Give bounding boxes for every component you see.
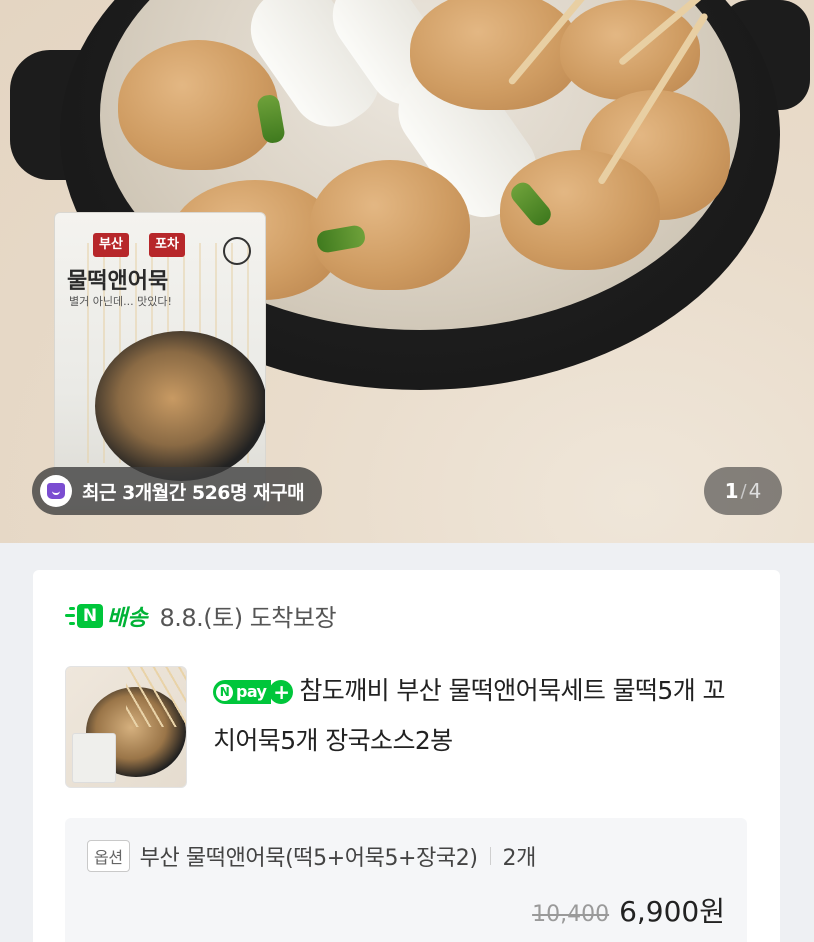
npay-n-icon: N [216, 683, 233, 701]
pager-separator: / [740, 480, 747, 502]
npay-label: pay [236, 682, 267, 701]
speed-lines-icon [65, 606, 75, 625]
option-row: 옵션 부산 물떡앤어묵(떡5+어묵5+장국2) 2개 [87, 840, 536, 872]
order-item-card: N 배송 8.8.(토) 도착보장 N pay + 참도깨비 부산 물떡앤어묵세… [33, 570, 780, 942]
product-row[interactable]: N pay + 참도깨비 부산 물떡앤어묵세트 물떡5개 꼬치어묵5개 장국소스… [65, 666, 733, 788]
image-pager: 1 / 4 [704, 467, 782, 515]
package-seal-icon [223, 237, 251, 265]
option-divider [489, 847, 491, 865]
product-package: 부산 포차 물떡앤어묵 별거 아닌데... 맛있다! [54, 212, 266, 510]
npay-plus-badge: N pay + [213, 680, 294, 704]
n-delivery-word: 배송 [107, 605, 148, 631]
npay-pill: N pay [213, 680, 272, 704]
product-title-block[interactable]: N pay + 참도깨비 부산 물떡앤어묵세트 물떡5개 꼬치어묵5개 장국소스… [213, 666, 733, 788]
package-tag: 부산 [93, 233, 129, 257]
original-price: 10,400 [532, 902, 610, 927]
thumb-package [72, 733, 116, 783]
n-logo-box: N [77, 603, 103, 628]
fish-cake [410, 0, 580, 110]
n-delivery-logo: N 배송 [65, 600, 147, 632]
fish-cake [310, 160, 470, 290]
option-name: 부산 물떡앤어묵(떡5+어묵5+장국2) [139, 846, 478, 871]
side-gutter [780, 570, 814, 942]
delivery-info: N 배송 8.8.(토) 도착보장 [65, 598, 337, 633]
plus-icon: + [269, 680, 294, 704]
product-thumbnail[interactable] [65, 666, 187, 788]
pager-current: 1 [724, 479, 739, 503]
shopping-bag-icon [40, 475, 72, 507]
price-row: 10,400 6,900원 [532, 890, 725, 930]
package-bowl-image [95, 331, 265, 481]
sale-price: 6,900원 [619, 895, 725, 928]
package-title: 물떡앤어묵 [67, 269, 169, 294]
pager-total: 4 [748, 479, 762, 503]
product-image-carousel[interactable]: 부산 포차 물떡앤어묵 별거 아닌데... 맛있다! 최근 3개월간 526명 … [0, 0, 814, 543]
fish-cake [118, 40, 278, 170]
option-quantity: 2개 [502, 846, 537, 871]
package-tag: 포차 [149, 233, 185, 257]
thumb-skewers [126, 667, 186, 727]
repurchase-text: 최근 3개월간 526명 재구매 [82, 481, 305, 504]
package-subtitle: 별거 아닌데... 맛있다! [69, 295, 172, 308]
option-box: 옵션 부산 물떡앤어묵(떡5+어묵5+장국2) 2개 10,400 6,900원 [65, 818, 747, 942]
repurchase-badge: 최근 3개월간 526명 재구매 [32, 467, 323, 515]
delivery-date: 8.8.(토) 도착보장 [159, 604, 337, 632]
option-tag: 옵션 [87, 840, 130, 872]
